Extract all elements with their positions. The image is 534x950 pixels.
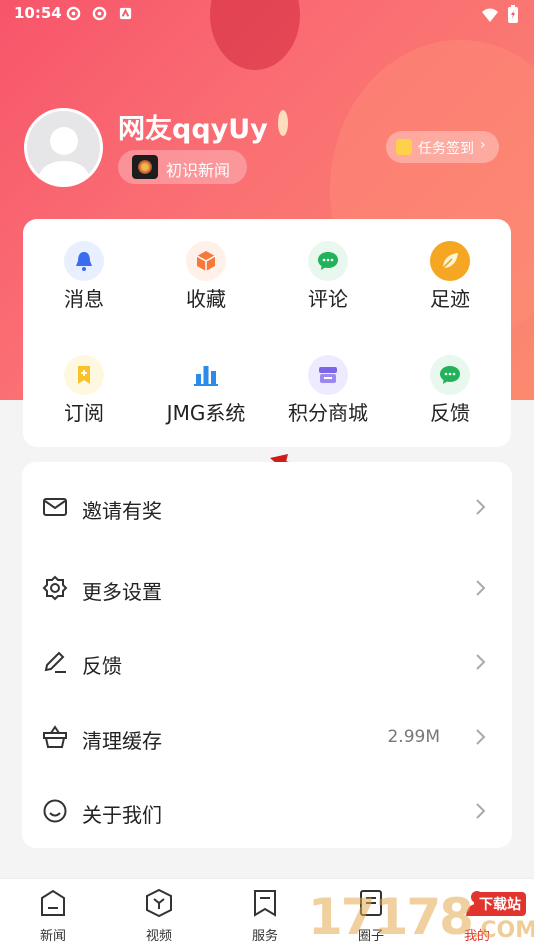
list-item-about[interactable]: 关于我们 bbox=[22, 780, 512, 840]
row-label: 清理缓存 bbox=[82, 729, 162, 753]
feature-grid: 消息 收藏 评论 足迹 订阅 JMG系统 积分商城 反馈 bbox=[23, 219, 511, 447]
avatar[interactable] bbox=[24, 108, 103, 187]
chat-icon bbox=[308, 241, 348, 281]
tab-news[interactable]: 新闻 bbox=[0, 879, 106, 950]
battery-icon bbox=[508, 5, 518, 23]
row-label: 关于我们 bbox=[82, 803, 162, 827]
level-medal-icon bbox=[132, 155, 158, 179]
grid-label: 评论 bbox=[308, 287, 348, 311]
settings-list: 邀请有奖 更多设置 反馈 清理缓存 2.99M 关于我们 bbox=[22, 462, 512, 848]
grid-label: 订阅 bbox=[64, 401, 104, 425]
username[interactable]: 网友qqyUy bbox=[118, 107, 268, 146]
tab-label: 视频 bbox=[145, 929, 172, 944]
grid-item-messages[interactable]: 消息 bbox=[23, 219, 145, 319]
sync-icon bbox=[92, 6, 107, 21]
row-label: 更多设置 bbox=[82, 580, 162, 604]
level-badge[interactable]: 初识新闻 bbox=[118, 150, 247, 184]
status-right bbox=[481, 5, 518, 27]
checkin-label: 任务签到 bbox=[418, 141, 474, 157]
chevron-right-icon bbox=[476, 654, 486, 670]
watermark-number: 17178 bbox=[308, 888, 474, 946]
list-item-more-settings[interactable]: 更多设置 bbox=[22, 557, 512, 617]
gear-icon bbox=[42, 575, 68, 601]
grid-label: 足迹 bbox=[430, 287, 470, 311]
watermark-site: 下载站 bbox=[474, 892, 526, 916]
grid-item-feedback[interactable]: 反馈 bbox=[389, 333, 511, 433]
grid-item-jmg-system[interactable]: JMG系统 bbox=[145, 333, 267, 433]
chevron-right-icon bbox=[476, 729, 486, 745]
list-item-invite[interactable]: 邀请有奖 bbox=[22, 476, 512, 536]
video-icon bbox=[146, 888, 172, 918]
grid-label: JMG系统 bbox=[166, 401, 246, 425]
mail-icon bbox=[43, 498, 67, 516]
row-label: 邀请有奖 bbox=[82, 499, 162, 523]
cache-size: 2.99M bbox=[387, 727, 440, 747]
box-icon bbox=[186, 241, 226, 281]
list-item-clear-cache[interactable]: 清理缓存 2.99M bbox=[22, 706, 512, 766]
tab-label: 新闻 bbox=[39, 929, 66, 944]
bar-chart-icon bbox=[186, 355, 226, 395]
level-label: 初识新闻 bbox=[166, 161, 231, 180]
decorative-spark bbox=[278, 110, 288, 136]
bookmark-icon bbox=[64, 355, 104, 395]
watermark-domain: .COM bbox=[472, 918, 534, 943]
list-item-feedback[interactable]: 反馈 bbox=[22, 631, 512, 691]
news-icon bbox=[41, 889, 65, 916]
grid-item-footprints[interactable]: 足迹 bbox=[389, 219, 511, 319]
grid-label: 反馈 bbox=[430, 401, 470, 425]
status-time: 10:54 bbox=[14, 4, 62, 22]
chevron-right-icon bbox=[476, 803, 486, 819]
wifi-icon bbox=[481, 8, 498, 22]
tab-video[interactable]: 视频 bbox=[106, 879, 212, 950]
sync-icon bbox=[66, 6, 81, 21]
chevron-right-icon bbox=[476, 499, 486, 515]
task-checkin-button[interactable]: 任务签到 › bbox=[386, 131, 499, 163]
leaf-icon bbox=[430, 241, 470, 281]
grid-label: 积分商城 bbox=[288, 401, 368, 425]
watermark-logo: 17178 下载站 .COM bbox=[308, 884, 534, 950]
chat-icon bbox=[430, 355, 470, 395]
grid-item-favorites[interactable]: 收藏 bbox=[145, 219, 267, 319]
pen-icon bbox=[44, 651, 66, 673]
smile-icon bbox=[43, 799, 67, 823]
status-bar: 10:54 bbox=[0, 0, 534, 28]
app-notification-icon bbox=[119, 7, 132, 20]
grid-label: 收藏 bbox=[186, 287, 226, 311]
grid-item-points-mall[interactable]: 积分商城 bbox=[267, 333, 389, 433]
row-label: 反馈 bbox=[82, 654, 122, 678]
grid-item-subscriptions[interactable]: 订阅 bbox=[23, 333, 145, 433]
chevron-right-icon bbox=[476, 580, 486, 596]
grid-label: 消息 bbox=[64, 287, 104, 311]
tab-label: 服务 bbox=[251, 929, 278, 944]
calendar-check-icon bbox=[396, 139, 412, 155]
service-icon bbox=[254, 890, 276, 917]
basket-icon bbox=[43, 725, 67, 748]
tab-service[interactable]: 服务 bbox=[212, 879, 318, 950]
store-icon bbox=[308, 355, 348, 395]
chevron-right-icon: › bbox=[480, 137, 486, 153]
bell-icon bbox=[64, 241, 104, 281]
grid-item-comments[interactable]: 评论 bbox=[267, 219, 389, 319]
